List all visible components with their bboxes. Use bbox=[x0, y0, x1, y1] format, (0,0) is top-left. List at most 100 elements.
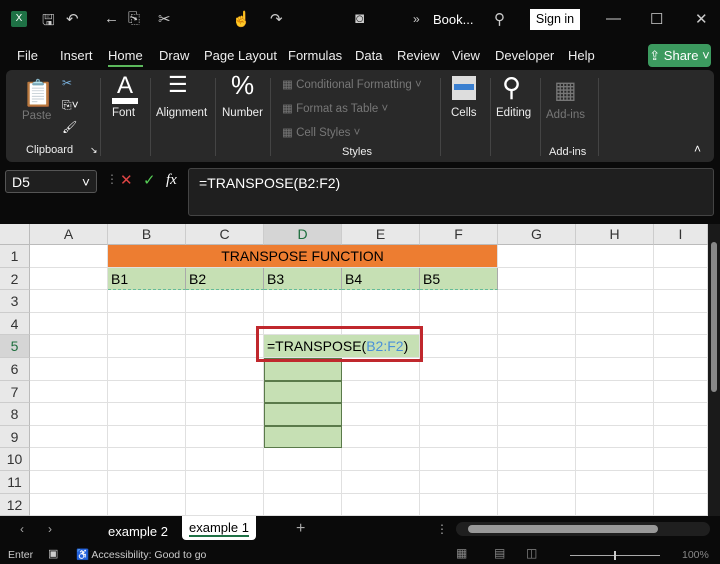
title-cell[interactable]: TRANSPOSE FUNCTION bbox=[108, 245, 498, 268]
cell[interactable] bbox=[654, 471, 708, 494]
cell[interactable] bbox=[30, 425, 108, 449]
column-header-a[interactable]: A bbox=[30, 224, 108, 245]
cell[interactable] bbox=[576, 312, 654, 336]
row-header-1[interactable]: 1 bbox=[0, 245, 30, 268]
cell[interactable] bbox=[420, 471, 498, 494]
data-cell[interactable]: B4 bbox=[342, 267, 420, 291]
cells-button[interactable]: Cells bbox=[451, 107, 477, 119]
tab-developer[interactable]: Developer bbox=[495, 48, 554, 63]
zoom-slider[interactable] bbox=[570, 551, 660, 560]
cell[interactable] bbox=[498, 358, 576, 381]
minimize-icon[interactable]: — bbox=[606, 10, 621, 27]
cell[interactable] bbox=[108, 403, 186, 426]
cell[interactable] bbox=[498, 471, 576, 494]
cell[interactable] bbox=[186, 312, 264, 336]
cell[interactable] bbox=[654, 358, 708, 381]
overflow-icon[interactable]: » bbox=[413, 12, 420, 26]
column-header-h[interactable]: H bbox=[576, 224, 654, 245]
cell[interactable] bbox=[576, 290, 654, 313]
add-ins-icon[interactable]: ▦ bbox=[554, 76, 577, 105]
cell[interactable] bbox=[342, 448, 420, 471]
data-cell[interactable]: B5 bbox=[420, 267, 498, 291]
spill-cell[interactable] bbox=[264, 425, 342, 449]
cell[interactable] bbox=[30, 312, 108, 336]
tab-help[interactable]: Help bbox=[568, 48, 595, 63]
cell[interactable] bbox=[576, 267, 654, 291]
cell[interactable] bbox=[342, 403, 420, 426]
cell[interactable] bbox=[420, 425, 498, 449]
next-sheet-icon[interactable]: › bbox=[48, 522, 52, 536]
cell[interactable] bbox=[576, 448, 654, 471]
cell[interactable] bbox=[186, 471, 264, 494]
cell[interactable] bbox=[264, 493, 342, 517]
row-header-7[interactable]: 7 bbox=[0, 380, 30, 404]
accessibility-status[interactable]: ♿ Accessibility: Good to go bbox=[76, 548, 206, 561]
format-as-table-button[interactable]: ▦ Format as Table ˅ bbox=[282, 101, 388, 115]
tab-file[interactable]: File bbox=[17, 48, 38, 63]
cell[interactable] bbox=[342, 312, 420, 336]
cell[interactable] bbox=[420, 403, 498, 426]
cell[interactable] bbox=[576, 493, 654, 517]
cell[interactable] bbox=[420, 290, 498, 313]
column-header-i[interactable]: I bbox=[654, 224, 708, 245]
worksheet-grid[interactable]: A B C D E F G H I 1 2 3 4 5 6 7 8 9 10 11 12 TRANSPOSE FUNCTI… bbox=[0, 224, 708, 517]
cell[interactable] bbox=[30, 335, 108, 358]
formula-input[interactable]: =TRANSPOSE(B2:F2) bbox=[188, 168, 714, 216]
cell[interactable] bbox=[498, 267, 576, 291]
paste-icon[interactable]: 📋 bbox=[22, 78, 54, 109]
sheet-tab-example-2[interactable]: example 2 bbox=[108, 524, 168, 539]
alignment-button[interactable]: Alignment bbox=[156, 107, 207, 119]
spill-cell[interactable] bbox=[264, 380, 342, 404]
cell[interactable] bbox=[108, 358, 186, 381]
tab-view[interactable]: View bbox=[452, 48, 480, 63]
cell[interactable] bbox=[498, 335, 576, 358]
cell[interactable] bbox=[186, 290, 264, 313]
data-cell[interactable]: B3 bbox=[264, 267, 342, 291]
cell[interactable] bbox=[654, 290, 708, 313]
enter-icon[interactable]: ✓ bbox=[143, 171, 156, 189]
row-header-10[interactable]: 10 bbox=[0, 448, 30, 471]
undo-icon[interactable]: ↶ bbox=[66, 10, 79, 28]
column-header-b[interactable]: B bbox=[108, 224, 186, 245]
font-button[interactable]: Font bbox=[112, 107, 135, 119]
add-sheet-icon[interactable]: + bbox=[296, 520, 305, 538]
cell[interactable] bbox=[30, 448, 108, 471]
cell[interactable] bbox=[420, 358, 498, 381]
cell[interactable] bbox=[186, 448, 264, 471]
column-header-f[interactable]: F bbox=[420, 224, 498, 245]
redo-icon[interactable]: ↷ bbox=[270, 10, 283, 28]
cell[interactable] bbox=[108, 290, 186, 313]
page-layout-view-icon[interactable]: ▤ bbox=[494, 546, 505, 560]
page-break-view-icon[interactable]: ◫ bbox=[526, 546, 537, 560]
row-header-5[interactable]: 5 bbox=[0, 335, 30, 358]
cell[interactable] bbox=[498, 312, 576, 336]
cell[interactable] bbox=[186, 380, 264, 404]
row-header-4[interactable]: 4 bbox=[0, 312, 30, 336]
cell[interactable] bbox=[186, 358, 264, 381]
row-header-2[interactable]: 2 bbox=[0, 267, 30, 291]
cell-styles-button[interactable]: ▦ Cell Styles ˅ bbox=[282, 125, 360, 139]
cell[interactable] bbox=[576, 335, 654, 358]
cell[interactable] bbox=[654, 245, 708, 268]
search-icon[interactable]: ⚲ bbox=[502, 72, 521, 103]
cell[interactable] bbox=[30, 290, 108, 313]
collapse-ribbon-icon[interactable]: ˄ bbox=[694, 142, 701, 156]
cell[interactable] bbox=[30, 245, 108, 268]
cell[interactable] bbox=[264, 290, 342, 313]
column-header-g[interactable]: G bbox=[498, 224, 576, 245]
cell[interactable] bbox=[576, 403, 654, 426]
tab-page-layout[interactable]: Page Layout bbox=[204, 48, 277, 63]
insert-function-button[interactable]: fx bbox=[166, 172, 177, 189]
zoom-level[interactable]: 100% bbox=[682, 549, 709, 561]
cell[interactable] bbox=[342, 471, 420, 494]
cell[interactable] bbox=[654, 335, 708, 358]
cell[interactable] bbox=[264, 448, 342, 471]
cell[interactable] bbox=[108, 448, 186, 471]
percent-icon[interactable]: % bbox=[231, 70, 254, 101]
tab-data[interactable]: Data bbox=[355, 48, 382, 63]
cell[interactable] bbox=[342, 290, 420, 313]
tab-insert[interactable]: Insert bbox=[60, 48, 93, 63]
spill-cell[interactable] bbox=[264, 358, 342, 381]
cell[interactable] bbox=[576, 471, 654, 494]
cell[interactable] bbox=[108, 425, 186, 449]
